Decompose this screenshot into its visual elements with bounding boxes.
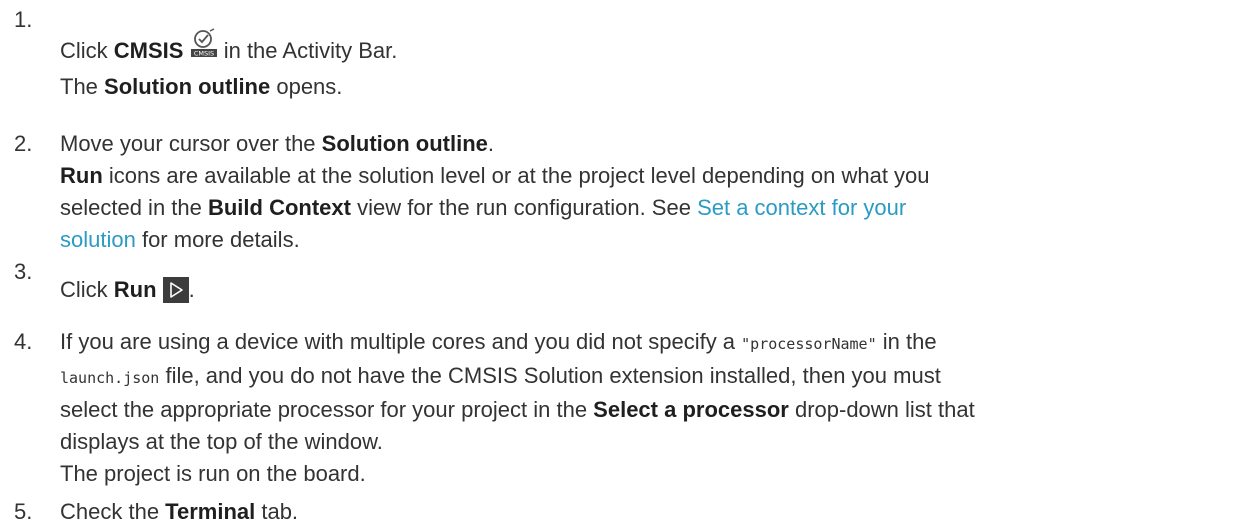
step-4-line-5: The project is run on the board. (60, 461, 366, 486)
launch-json-code: launch.json (60, 369, 160, 387)
step-4-line-1: If you are using a device with multiple … (60, 329, 937, 354)
step-4: 4. If you are using a device with multip… (0, 326, 1245, 490)
step-4-line-4: displays at the top of the window. (60, 429, 383, 454)
build-context-label: Build Context (207, 195, 351, 220)
set-context-link-continued[interactable]: solution (60, 227, 136, 252)
terminal-label: Terminal (165, 499, 256, 524)
step-number: 4. (14, 329, 33, 354)
step-1-line-2: The Solution outline opens. (60, 74, 343, 99)
step-number: 2. (14, 131, 33, 156)
step-5-line-1: Check the Terminal tab. (60, 499, 299, 524)
step-4-line-2: launch.json file, and you do not have th… (60, 363, 941, 388)
step-number: 5. (14, 499, 33, 524)
step-5: 5. Check the Terminal tab. (0, 496, 1245, 528)
solution-outline-label: Solution outline (321, 131, 488, 156)
step-3: 3. Click Run . (0, 259, 1245, 306)
step-4-line-3: select the appropriate processor for you… (60, 397, 975, 422)
processor-name-code: "processorName" (741, 335, 877, 353)
step-2-line-4: solution for more details. (60, 227, 300, 252)
cmsis-icon-text: CMSIS (193, 50, 213, 58)
run-label: Run (113, 277, 157, 302)
step-number: 3. (14, 259, 33, 284)
solution-outline-label: Solution outline (104, 74, 271, 99)
set-context-link[interactable]: Set a context for your (697, 195, 906, 220)
run-icon (162, 277, 189, 303)
step-2: 2. Move your cursor over the Solution ou… (0, 128, 1245, 256)
step-1: 1. Click CMSIS CMSIS in the Activity Bar… (0, 7, 1245, 103)
cmsis-label: CMSIS (113, 38, 184, 63)
cmsis-icon: CMSIS (190, 28, 218, 71)
step-3-line-1: Click Run . (60, 277, 195, 303)
run-label: Run (60, 163, 103, 188)
select-processor-label: Select a processor (593, 397, 789, 422)
instructions-page: 1. Click CMSIS CMSIS in the Activity Bar… (0, 0, 1253, 531)
step-number: 1. (14, 7, 33, 32)
step-2-line-1: Move your cursor over the Solution outli… (60, 131, 494, 156)
step-2-line-2: Run icons are available at the solution … (60, 163, 930, 188)
step-2-line-3: selected in the Build Context view for t… (60, 195, 907, 220)
step-1-line-1: Click CMSIS CMSIS in the Activity Bar. (60, 28, 1245, 71)
